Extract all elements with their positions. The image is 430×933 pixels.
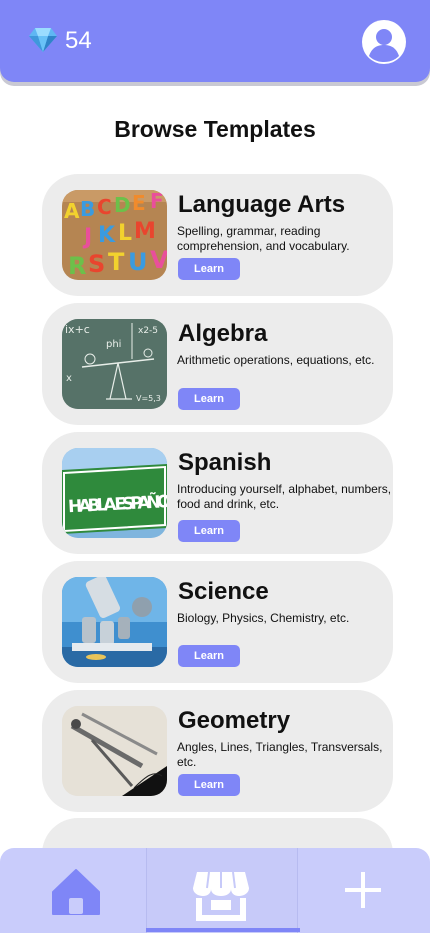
svg-text:V=5,3: V=5,3 bbox=[136, 394, 161, 403]
template-card-spanish[interactable]: HABLA ESPAÑOL Spanish Introducing yourse… bbox=[42, 432, 393, 554]
svg-text:C: C bbox=[97, 195, 112, 219]
card-description: Angles, Lines, Triangles, Transversals, … bbox=[177, 740, 383, 769]
compass-drawing-image bbox=[62, 706, 167, 796]
svg-text:D: D bbox=[114, 193, 131, 217]
card-title: Language Arts bbox=[178, 191, 346, 218]
alphabet-letters-image: A B C D E F J K L M R S T U V bbox=[62, 190, 167, 280]
svg-text:ix+c: ix+c bbox=[65, 323, 90, 336]
card-description: Arithmetic operations, equations, etc. bbox=[177, 353, 375, 367]
card-description: Spelling, grammar, reading comprehension… bbox=[177, 224, 350, 253]
svg-text:U: U bbox=[128, 248, 148, 276]
storefront-icon bbox=[193, 871, 249, 921]
svg-text:J: J bbox=[82, 225, 92, 250]
plus-icon bbox=[345, 872, 381, 908]
svg-text:x2-5: x2-5 bbox=[138, 326, 158, 336]
page-title: Browse Templates bbox=[114, 116, 316, 142]
top-bar: 54 bbox=[0, 0, 430, 82]
template-card-science[interactable]: Science Biology, Physics, Chemistry, etc… bbox=[42, 561, 393, 683]
learn-button[interactable]: Learn bbox=[178, 774, 240, 796]
learn-button[interactable]: Learn bbox=[178, 520, 240, 542]
gem-count: 54 bbox=[65, 27, 92, 54]
bottom-nav bbox=[0, 848, 430, 933]
template-card-algebra[interactable]: ix+c phi x2-5 x V=5,3 Algebra Arithmetic… bbox=[42, 303, 393, 425]
habla-espanol-sign-image: HABLA ESPAÑOL bbox=[62, 448, 167, 538]
svg-text:T: T bbox=[108, 248, 125, 276]
template-card-geometry[interactable]: Geometry Angles, Lines, Triangles, Trans… bbox=[42, 690, 393, 812]
card-title: Algebra bbox=[178, 320, 268, 347]
svg-text:x: x bbox=[66, 373, 72, 384]
learn-button[interactable]: Learn bbox=[178, 388, 240, 410]
svg-text:M: M bbox=[134, 219, 156, 244]
card-description: Biology, Physics, Chemistry, etc. bbox=[177, 611, 350, 625]
home-icon bbox=[52, 869, 100, 915]
svg-text:V: V bbox=[150, 246, 167, 274]
nav-store[interactable] bbox=[146, 848, 298, 933]
svg-text:F: F bbox=[150, 190, 164, 213]
template-card-language-arts[interactable]: A B C D E F J K L M R S T U V Language A… bbox=[42, 174, 393, 296]
svg-text:B: B bbox=[80, 197, 95, 221]
learn-button[interactable]: Learn bbox=[178, 645, 240, 667]
svg-text:S: S bbox=[88, 250, 105, 278]
svg-text:A: A bbox=[64, 199, 80, 223]
svg-text:phi: phi bbox=[106, 339, 121, 350]
card-title: Science bbox=[178, 578, 269, 605]
diamond-icon bbox=[28, 27, 58, 53]
user-avatar-icon[interactable] bbox=[361, 19, 407, 65]
card-title: Spanish bbox=[178, 449, 272, 476]
svg-text:K: K bbox=[98, 223, 116, 248]
learn-button[interactable]: Learn bbox=[178, 258, 240, 280]
svg-text:R: R bbox=[68, 252, 86, 280]
active-tab-indicator bbox=[146, 928, 300, 932]
svg-text:E: E bbox=[132, 191, 146, 215]
svg-text:L: L bbox=[118, 221, 132, 246]
chalkboard-equations-image: ix+c phi x2-5 x V=5,3 bbox=[62, 319, 167, 409]
microscope-image bbox=[62, 577, 167, 667]
nav-create[interactable] bbox=[298, 848, 430, 933]
card-title: Geometry bbox=[178, 707, 291, 734]
nav-home[interactable] bbox=[0, 848, 146, 933]
card-description: Introducing yourself, alphabet, numbers,… bbox=[177, 482, 392, 511]
